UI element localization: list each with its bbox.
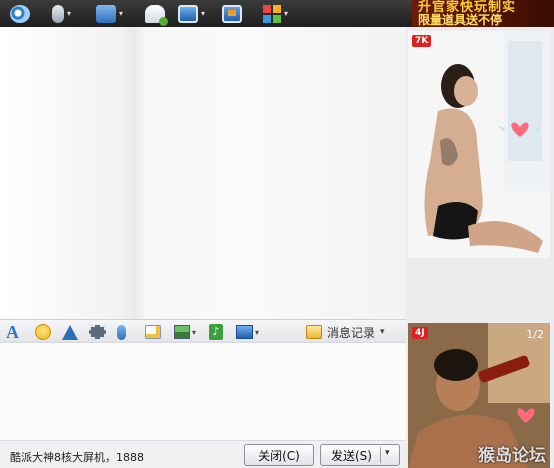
screenshot-button[interactable]: ▾ [174, 322, 196, 342]
send-options-divider [380, 447, 381, 463]
side-ad-photo[interactable]: 7K [408, 31, 550, 258]
chevron-down-icon[interactable]: ▾ [201, 9, 205, 18]
page-indicator: 1/2 [526, 328, 544, 341]
voice-call-icon [52, 4, 64, 23]
voice-message-icon [117, 324, 126, 340]
bottom-bar: 酷派大神8核大屏机，1888 关闭(C) 发送(S) ▾ [0, 440, 406, 468]
share-screen-icon [222, 4, 242, 23]
voice-call-button[interactable]: ▾ [52, 2, 71, 25]
screenshot-icon [174, 325, 190, 339]
emoji-button[interactable] [35, 322, 51, 342]
apps-icon [263, 4, 281, 23]
voice-message-button[interactable] [117, 322, 126, 342]
video-call-button[interactable] [10, 2, 30, 25]
transfer-file-button[interactable]: ▾ [96, 2, 123, 25]
message-history-button[interactable]: 消息记录 ▾ [306, 322, 385, 342]
remote-desktop-icon [178, 4, 198, 23]
ad-badge: 7K [412, 35, 432, 47]
input-toolbar: A ▾ ♪ ▾ 消息记录 ▾ [0, 319, 406, 343]
chevron-down-icon[interactable]: ▾ [192, 328, 196, 337]
chat-history-area[interactable] [0, 27, 406, 319]
side-ad-photo-2[interactable]: 4J 1/2 猴岛论坛 [408, 323, 550, 468]
message-history-label: 消息记录 [327, 325, 376, 340]
transfer-file-icon [96, 4, 116, 23]
chevron-down-icon[interactable]: ▾ [67, 9, 71, 18]
shake-window-button[interactable] [62, 322, 78, 342]
shake-window-icon [62, 324, 78, 340]
remote-desktop-button[interactable]: ▾ [178, 2, 205, 25]
font-icon: A [6, 321, 19, 342]
close-button[interactable]: 关闭(C) [244, 444, 314, 466]
ad-banner[interactable]: 升官家快玩制实 限量道具送不停 [412, 0, 554, 27]
chevron-down-icon[interactable]: ▾ [255, 328, 259, 337]
video-call-icon [10, 4, 30, 23]
create-discussion-button[interactable] [145, 2, 168, 26]
message-input[interactable] [0, 343, 406, 440]
video-clip-button[interactable] [89, 322, 106, 342]
send-image-button[interactable]: ▾ [236, 322, 259, 342]
send-button[interactable]: 发送(S) ▾ [320, 444, 400, 466]
font-button[interactable]: A [6, 322, 19, 342]
chevron-down-icon[interactable]: ▾ [284, 9, 288, 18]
share-screen-button[interactable] [222, 2, 242, 25]
apps-button[interactable]: ▾ [263, 2, 288, 25]
chevron-down-icon[interactable]: ▾ [380, 327, 385, 337]
video-clip-icon [89, 325, 106, 339]
send-button-label: 发送(S) [331, 448, 372, 463]
watermark-text: 猴岛论坛 [478, 446, 546, 466]
ad-line-2: 限量道具送不停 [418, 13, 503, 27]
emoji-icon [35, 324, 51, 340]
photo-illustration [408, 31, 550, 258]
music-icon: ♪ [209, 324, 223, 340]
chevron-down-icon[interactable]: ▾ [119, 9, 123, 18]
chevron-down-icon[interactable]: ▾ [385, 448, 390, 458]
top-toolbar: ▾ ▾ ▾ ▾ 升官家快玩制实 限量道具送不停 [0, 0, 554, 27]
side-panel: 7K 4J 1/2 猴岛论坛 [406, 27, 554, 468]
status-text: 酷派大神8核大屏机，1888 [10, 451, 144, 464]
send-image-icon [236, 325, 253, 339]
ad-badge: 4J [412, 327, 428, 339]
message-history-icon [306, 325, 322, 339]
music-button[interactable]: ♪ [209, 322, 223, 342]
create-discussion-icon [145, 4, 168, 26]
scrawl-button[interactable] [145, 322, 161, 342]
scrawl-icon [145, 325, 161, 339]
